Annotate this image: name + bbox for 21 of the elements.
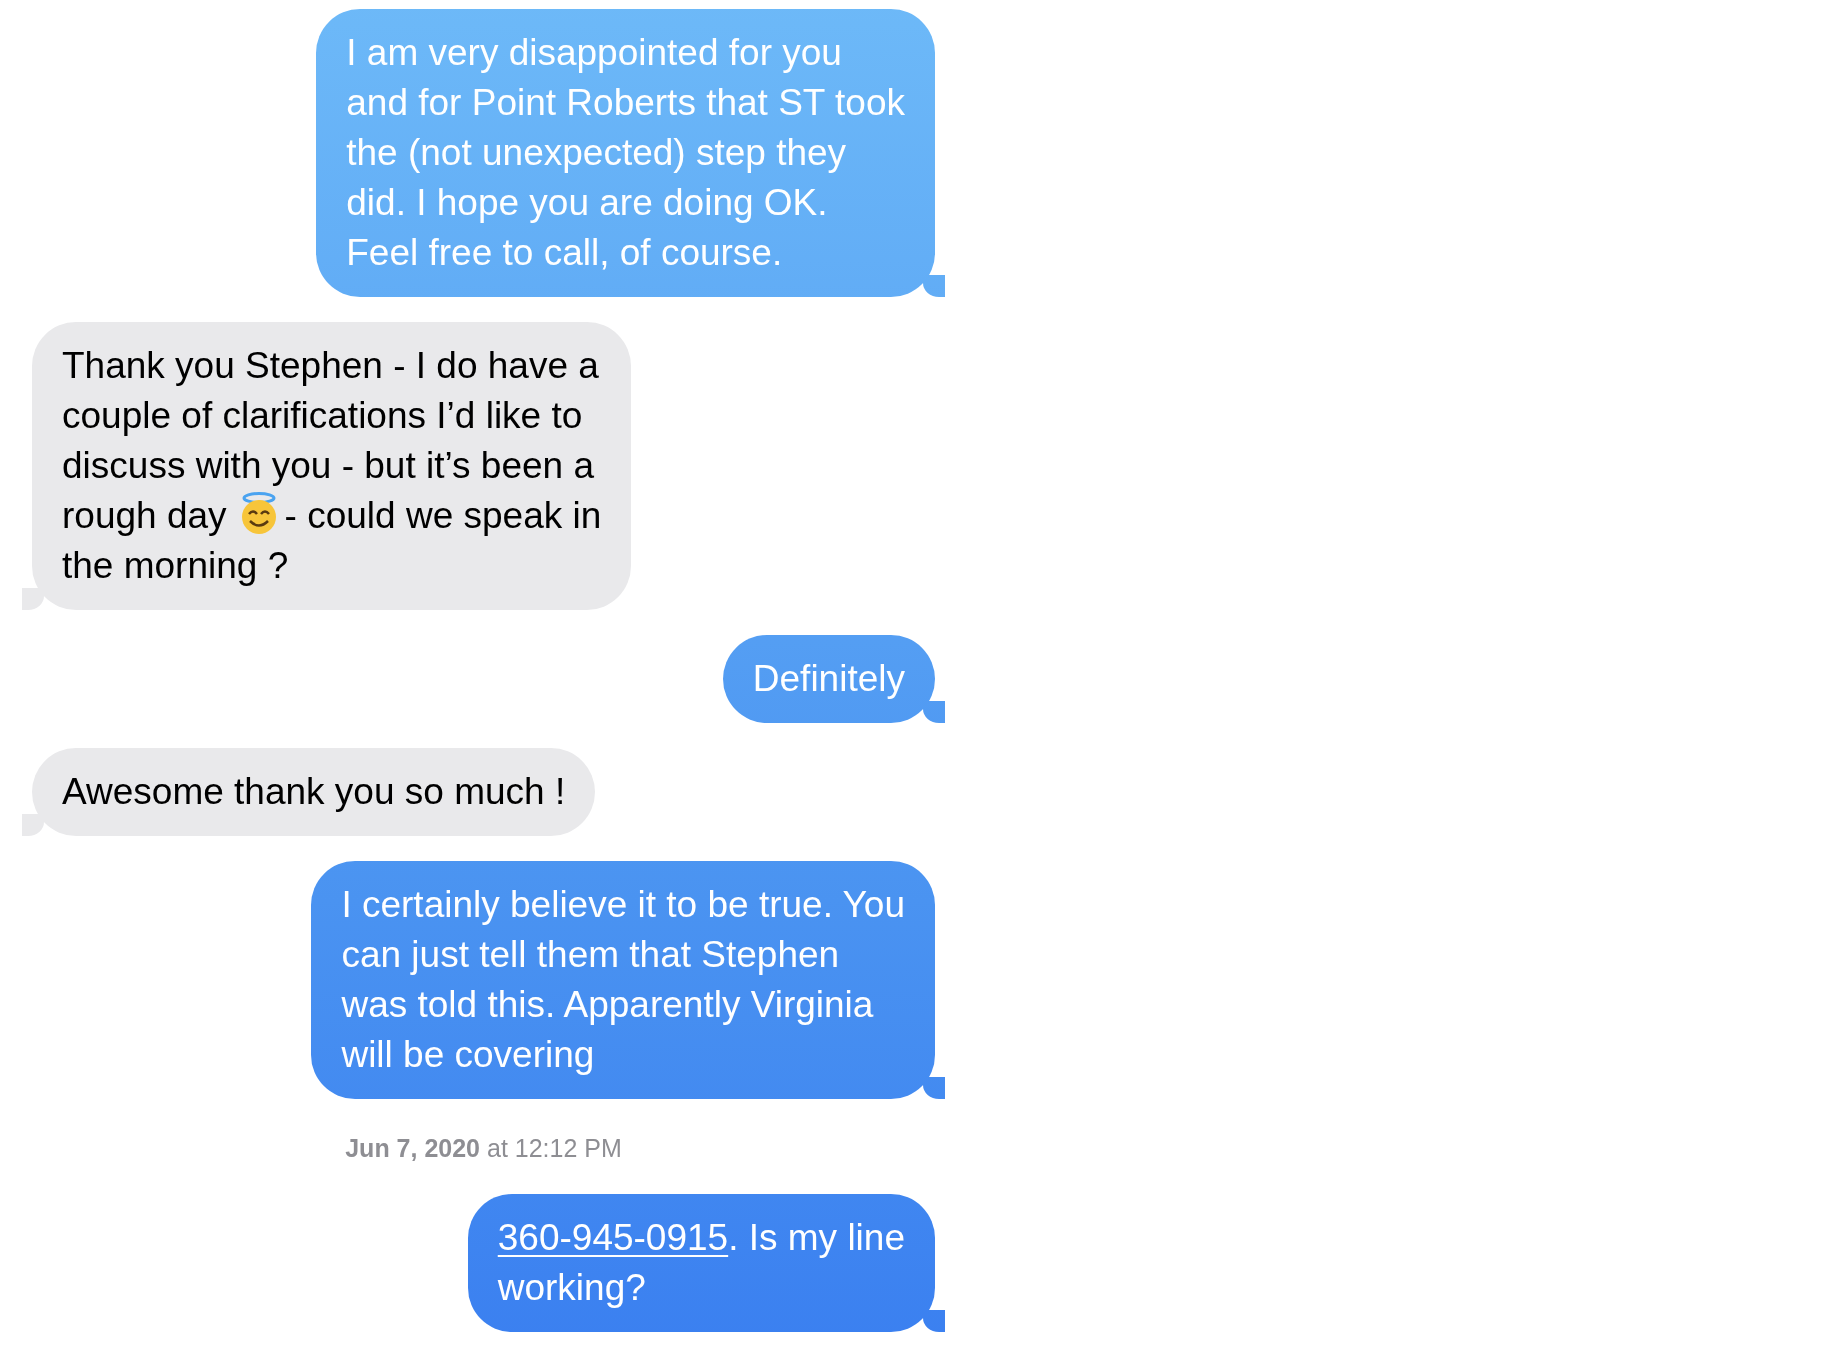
message-text: the morning ? <box>62 545 289 586</box>
message-text: can just tell them that Stephen <box>341 934 840 975</box>
message-text: did. I hope you are doing OK. <box>346 182 828 223</box>
message-text: I certainly believe it to be true. You <box>341 884 905 925</box>
message-text: Awesome thank you so much ! <box>62 771 566 812</box>
message-text: . Is my line <box>728 1216 905 1258</box>
message-text: - could we speak in <box>284 495 602 536</box>
message-text: rough day <box>62 495 227 536</box>
message-text: I am very disappointed for you <box>346 32 842 73</box>
message-text: will be covering <box>341 1034 595 1075</box>
message-text: and for Point Roberts that ST took <box>346 82 905 123</box>
message-text: couple of clarifications I’d like to <box>62 395 583 436</box>
message-text: was told this. Apparently Virginia <box>341 984 874 1025</box>
message-text: Definitely <box>752 658 905 699</box>
message-text: Thank you Stephen - I do have a <box>62 345 599 386</box>
message-timestamp: Jun 7, 2020 at 12:12 PM <box>345 1133 622 1164</box>
message-text: discuss with you - but it’s been a <box>62 445 594 486</box>
message-text: working? <box>497 1266 646 1308</box>
message-text: Feel free to call, of course. <box>346 232 783 273</box>
phone-number-link[interactable]: 360-945-0915 <box>497 1216 729 1258</box>
message-text: the (not unexpected) step they <box>346 132 847 173</box>
